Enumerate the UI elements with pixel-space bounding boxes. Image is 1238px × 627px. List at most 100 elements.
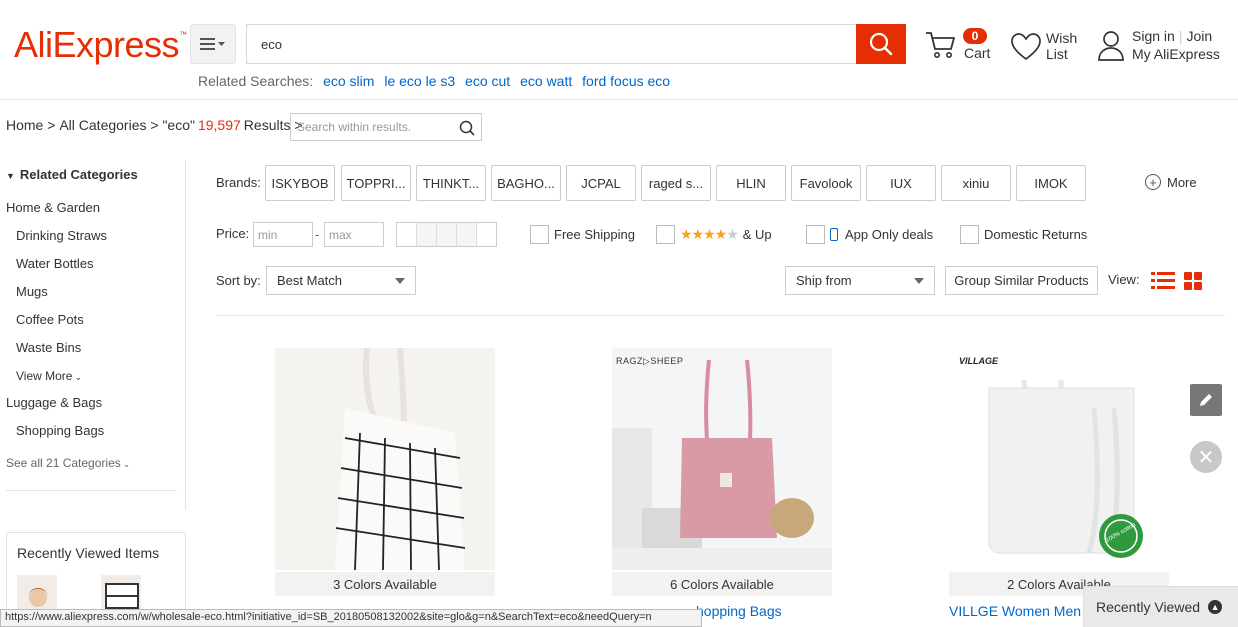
brand-watermark: VILLAGE [959,356,999,366]
price-min-input[interactable]: min [253,222,313,247]
colors-available: 6 Colors Available [612,572,832,596]
list-view-icon[interactable] [1151,271,1175,289]
related-searches-label: Related Searches: [198,73,314,89]
triangle-down-icon: ▼ [6,171,15,181]
related-search-link[interactable]: ford focus eco [582,73,670,89]
result-count: 19,597 [197,117,241,133]
chevron-down-icon: ⌄ [122,459,131,469]
aliexpress-logo[interactable]: AliExpress™ [14,24,187,66]
sidebar-separator [6,490,177,491]
breadcrumb-query: "eco" [162,117,195,133]
checkbox[interactable] [960,225,979,244]
filters-divider [216,315,1225,316]
category-luggage-bags[interactable]: Luggage & Bags [6,395,102,410]
account-top: Sign in | Join [1132,28,1213,44]
related-search-link[interactable]: eco watt [520,73,572,89]
related-categories-title[interactable]: ▼ Related Categories [6,167,138,182]
brand-filter[interactable]: JCPAL [566,165,636,201]
more-label: More [1167,174,1197,190]
product-title[interactable]: VILLGE Women Men [949,603,1082,619]
search-within-placeholder: Search within results. [297,120,412,134]
checkbox[interactable] [530,225,549,244]
price-dash: - [315,227,320,242]
price-range-histogram[interactable] [396,222,497,247]
feedback-edit-button[interactable] [1190,384,1222,416]
brand-filter[interactable]: HLIN [716,165,786,201]
cart-count-badge: 0 [963,28,987,44]
wishlist-label: Wish List [1046,30,1078,62]
category-item[interactable]: Mugs [16,284,48,299]
product-title[interactable]: hopping Bags [696,603,836,619]
category-item[interactable]: Shopping Bags [16,423,104,438]
brand-filter[interactable]: ISKYBOB [265,165,335,201]
category-item[interactable]: Waste Bins [16,340,81,355]
breadcrumb: Home > All Categories > "eco" 19,597 Res… [6,117,303,133]
app-only-filter[interactable]: App Only deals [806,225,933,244]
signin-link[interactable]: Sign in [1132,28,1175,44]
view-label: View: [1108,272,1140,287]
brand-filter[interactable]: THINKT... [416,165,486,201]
star-rating-icon: ★★★★★ [680,226,739,242]
checkbox[interactable] [806,225,825,244]
category-menu-button[interactable] [190,24,236,64]
cart-icon [926,32,955,58]
more-brands-button[interactable]: + More [1145,174,1197,190]
category-item[interactable]: Drinking Straws [16,228,107,243]
group-similar-button[interactable]: Group Similar Products [945,266,1098,295]
category-item[interactable]: Coffee Pots [16,312,84,327]
brand-filter[interactable]: IUX [866,165,936,201]
recently-viewed-bar[interactable]: Recently Viewed ▲ [1083,586,1238,627]
logo-tm: ™ [179,30,187,39]
account-menu[interactable]: Sign in | Join My AliExpress [1097,28,1237,68]
related-search-link[interactable]: le eco le s3 [384,73,455,89]
chevron-up-icon: ▲ [1208,600,1223,614]
checkbox[interactable] [656,225,675,244]
caret-down-icon [395,278,405,284]
logo-text: AliExpress [14,24,180,65]
grid-view-icon[interactable] [1184,272,1202,290]
ship-from-select[interactable]: Ship from [785,266,935,295]
product-image[interactable]: VILLAGE 100% cotton [949,348,1169,570]
rating-filter[interactable]: ★★★★★ & Up [656,225,772,244]
join-link[interactable]: Join [1186,28,1212,44]
my-aliexpress-link[interactable]: My AliExpress [1132,46,1220,62]
recently-viewed-title: Recently Viewed Items [17,545,160,561]
white-tote-bag-image [949,348,1169,570]
price-max-input[interactable]: max [324,222,384,247]
category-item[interactable]: Water Bottles [16,256,94,271]
product-image[interactable]: RAGZ▷SHEEP [612,348,832,570]
search-input[interactable]: eco [246,24,858,64]
brand-filter[interactable]: BAGHO... [491,165,561,201]
pencil-icon [1200,394,1212,406]
view-more-link[interactable]: View More ⌄ [16,369,82,383]
related-search-link[interactable]: eco cut [465,73,510,89]
search-icon[interactable] [459,120,475,136]
search-button[interactable] [856,24,906,64]
free-shipping-filter[interactable]: Free Shipping [530,225,635,244]
search-within-input[interactable]: Search within results. [290,113,482,141]
domestic-returns-filter[interactable]: Domestic Returns [960,225,1087,244]
wishlist-button[interactable]: Wish List [1010,28,1090,68]
brand-watermark: RAGZ▷SHEEP [616,356,684,366]
brand-filter[interactable]: Favolook [791,165,861,201]
product-image[interactable] [275,348,495,570]
close-button[interactable]: ✕ [1190,441,1222,473]
category-home-garden[interactable]: Home & Garden [6,200,100,215]
plus-circle-icon: + [1145,174,1161,190]
brand-filter[interactable]: raged s... [641,165,711,201]
results-label: Results [243,117,291,133]
breadcrumb-home[interactable]: Home [6,117,43,133]
see-all-categories-link[interactable]: See all 21 Categories ⌄ [6,456,130,470]
brand-filter[interactable]: IMOK [1016,165,1086,201]
brand-filter[interactable]: xiniu [941,165,1011,201]
breadcrumb-all-categories[interactable]: All Categories [59,117,146,133]
brand-filter[interactable]: TOPPRI... [341,165,411,201]
cart-label: Cart [964,45,991,61]
heart-icon [1011,33,1041,61]
chevron-down-icon: ⌄ [74,372,83,382]
caret-down-icon [914,278,924,284]
cart-button[interactable]: 0 Cart [925,28,1000,68]
sort-select[interactable]: Best Match [266,266,416,295]
browser-status-bar: https://www.aliexpress.com/w/wholesale-e… [0,609,702,627]
related-search-link[interactable]: eco slim [323,73,374,89]
